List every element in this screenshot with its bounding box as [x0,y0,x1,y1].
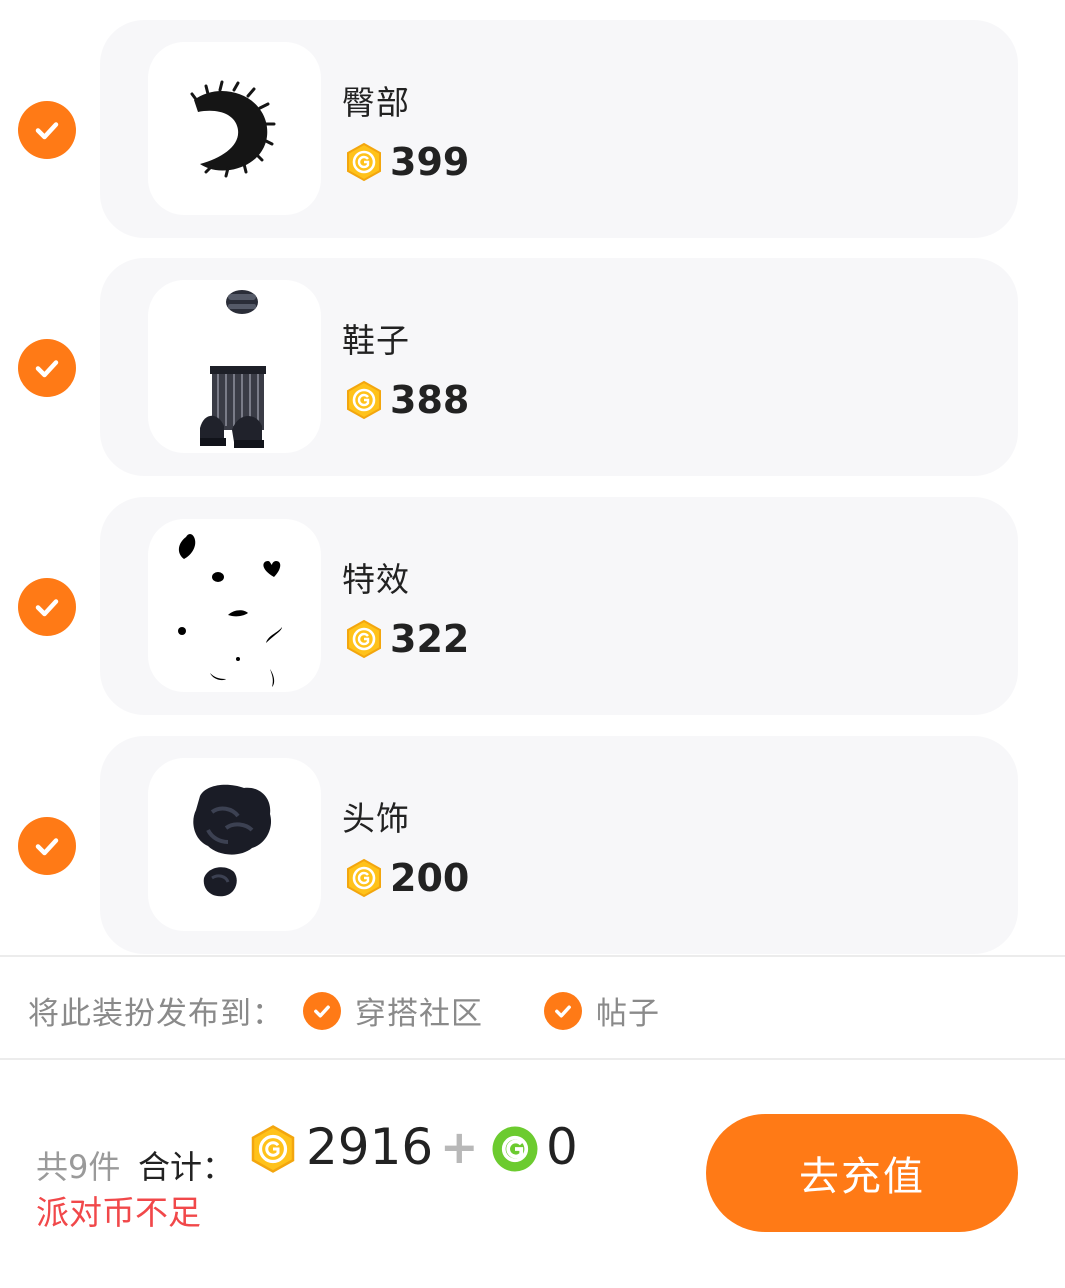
check-icon [35,599,59,617]
publish-option-posts[interactable]: 帖子 [544,988,660,1033]
item-thumbnail-petals [148,519,321,692]
divider [0,955,1065,957]
publish-options: 将此装扮发布到： 穿搭社区 帖子 [0,958,1065,1058]
green-coin-icon [492,1126,538,1172]
item-thumbnail-headpiece [148,758,321,931]
item-card[interactable]: 特效 322 [100,497,1018,715]
item-price: 399 [344,140,469,184]
publish-option-label: 帖子 [596,996,660,1032]
total-party-coins: 2916 [306,1118,434,1176]
item-price-value: 388 [390,378,470,422]
item-thumbnail-tail [148,42,321,215]
publish-checkbox[interactable] [544,991,582,1030]
item-checkbox[interactable] [18,101,76,159]
divider [0,1058,1065,1060]
check-icon [35,838,59,856]
party-coin-icon [347,858,381,898]
plus-sign: + [440,1120,479,1174]
cart-item: 鞋子 388 [0,258,1065,478]
item-name: 鞋子 [342,321,410,360]
item-card[interactable]: 头饰 200 [100,736,1018,954]
item-price: 200 [344,856,469,900]
check-icon [35,122,59,140]
item-name: 特效 [342,560,410,599]
party-coin-icon [347,380,381,420]
cart-item: 特效 322 [0,497,1065,717]
item-count: 共9件 [36,1148,121,1186]
item-checkbox[interactable] [18,339,76,397]
cart-item: 臀部 399 [0,20,1065,240]
checkout-bar: 共9件 合计： 2916 + 0 派对币不足 去充值 [0,1062,1065,1288]
party-coin-icon [251,1125,295,1173]
publish-checkbox[interactable] [303,991,341,1030]
item-price: 322 [344,617,469,661]
insufficient-coins-warning: 派对币不足 [36,1193,201,1232]
total-label: 合计： [138,1148,235,1186]
recharge-button[interactable]: 去充值 [706,1114,1018,1232]
publish-option-outfit-community[interactable]: 穿搭社区 [303,988,483,1033]
publish-label: 将此装扮发布到： [28,996,284,1032]
item-thumbnail-shoes [148,280,321,453]
item-checkbox[interactable] [18,817,76,875]
party-coin-icon [347,619,381,659]
item-price-value: 322 [390,617,470,661]
publish-option-label: 穿搭社区 [355,996,483,1032]
check-icon [35,360,59,378]
total-green-coins: 0 [546,1118,578,1176]
item-price-value: 399 [390,140,470,184]
item-checkbox[interactable] [18,578,76,636]
item-card[interactable]: 臀部 399 [100,20,1018,238]
check-icon [314,1005,330,1018]
item-price: 388 [344,378,469,422]
item-name: 头饰 [342,799,410,838]
cart-item: 头饰 200 [0,736,1065,956]
item-name: 臀部 [342,83,410,122]
party-coin-icon [347,142,381,182]
check-icon [555,1005,571,1018]
item-price-value: 200 [390,856,470,900]
item-card[interactable]: 鞋子 388 [100,258,1018,476]
